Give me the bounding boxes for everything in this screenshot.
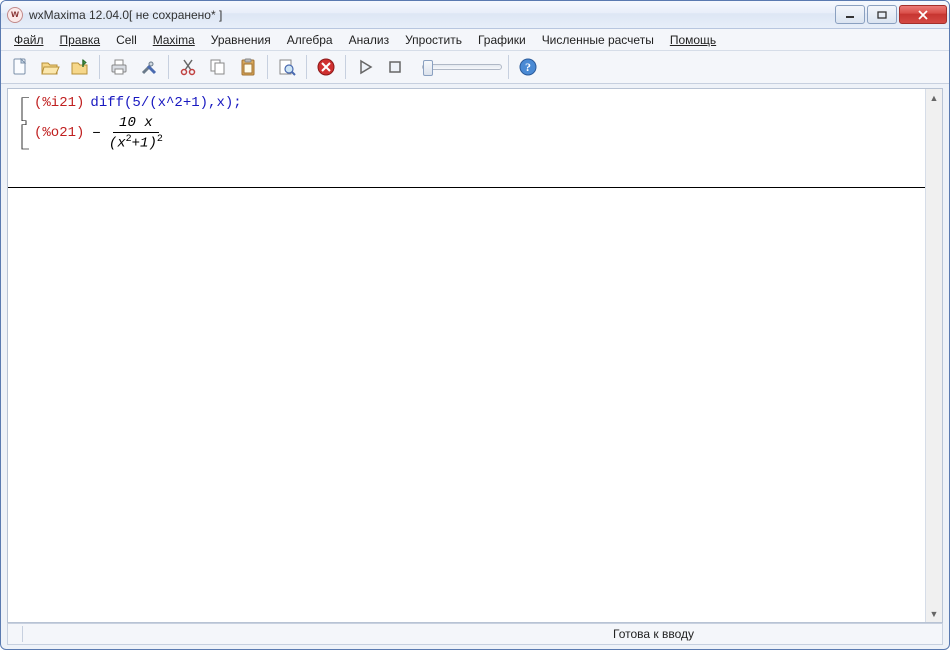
cell-divider xyxy=(8,187,925,188)
menu-cell[interactable]: Cell xyxy=(109,31,144,49)
menu-edit[interactable]: Правка xyxy=(53,31,108,49)
prefs-button[interactable] xyxy=(136,54,162,80)
save-icon xyxy=(70,57,90,77)
menu-maxima[interactable]: Maxima xyxy=(146,31,202,49)
input-row[interactable]: (%i21) diff(5/(x^2+1),x); xyxy=(34,95,921,111)
find-button[interactable] xyxy=(274,54,300,80)
toolbar-separator xyxy=(99,55,100,79)
toolbar: ? xyxy=(1,51,949,84)
copy-icon xyxy=(208,57,228,77)
svg-text:?: ? xyxy=(525,60,531,74)
output-row: (%o21) − 10 x (x2+1)2 xyxy=(34,115,921,152)
scroll-down-icon[interactable]: ▼ xyxy=(926,605,942,622)
open-button[interactable] xyxy=(37,54,63,80)
input-code[interactable]: diff(5/(x^2+1),x); xyxy=(90,95,241,111)
print-icon xyxy=(109,57,129,77)
app-icon: w xyxy=(7,7,23,23)
toolbar-separator xyxy=(168,55,169,79)
cut-icon xyxy=(178,57,198,77)
menu-algebra[interactable]: Алгебра xyxy=(280,31,340,49)
stop-icon xyxy=(316,57,336,77)
run-button[interactable] xyxy=(352,54,378,80)
menu-graphics[interactable]: Графики xyxy=(471,31,533,49)
titlebar[interactable]: w wxMaxima 12.04.0[ не сохранено* ] xyxy=(1,1,949,29)
minus-sign: − xyxy=(92,126,100,142)
scrollbar-track[interactable] xyxy=(926,106,942,605)
numerator: 10 x xyxy=(113,115,159,133)
app-window: w wxMaxima 12.04.0[ не сохранено* ] Файл… xyxy=(0,0,950,650)
worksheet[interactable]: (%i21) diff(5/(x^2+1),x); (%o21) − 10 x … xyxy=(8,89,925,622)
scroll-up-icon[interactable]: ▲ xyxy=(926,89,942,106)
toolbar-separator xyxy=(345,55,346,79)
zoom-slider[interactable] xyxy=(422,64,502,70)
toolbar-separator xyxy=(306,55,307,79)
menubar: Файл Правка Cell Maxima Уравнения Алгебр… xyxy=(1,29,949,51)
toolbar-separator xyxy=(267,55,268,79)
stop-button[interactable] xyxy=(313,54,339,80)
help-button[interactable]: ? xyxy=(515,54,541,80)
status-text: Готова к вводу xyxy=(613,627,934,641)
find-icon xyxy=(277,57,297,77)
run-icon xyxy=(355,57,375,77)
paste-icon xyxy=(238,57,258,77)
cut-button[interactable] xyxy=(175,54,201,80)
maximize-button[interactable] xyxy=(867,5,897,24)
cell[interactable]: (%i21) diff(5/(x^2+1),x); (%o21) − 10 x … xyxy=(16,95,921,152)
menu-numeric[interactable]: Численные расчеты xyxy=(535,31,661,49)
worksheet-area: (%i21) diff(5/(x^2+1),x); (%o21) − 10 x … xyxy=(7,88,943,623)
slider-thumb[interactable] xyxy=(423,60,433,76)
toolbar-separator xyxy=(508,55,509,79)
abort-icon xyxy=(385,57,405,77)
new-file-icon xyxy=(10,57,30,77)
new-file-button[interactable] xyxy=(7,54,33,80)
input-label: (%i21) xyxy=(34,95,84,111)
output-expression: − 10 x (x2+1)2 xyxy=(92,115,168,152)
fraction: 10 x (x2+1)2 xyxy=(103,115,169,152)
open-icon xyxy=(40,57,60,77)
minimize-button[interactable] xyxy=(835,5,865,24)
paste-button[interactable] xyxy=(235,54,261,80)
print-button[interactable] xyxy=(106,54,132,80)
denominator: (x2+1)2 xyxy=(103,133,169,152)
close-button[interactable] xyxy=(899,5,947,24)
menu-file[interactable]: Файл xyxy=(7,31,51,49)
menu-simplify[interactable]: Упростить xyxy=(398,31,469,49)
menu-analysis[interactable]: Анализ xyxy=(342,31,397,49)
vertical-scrollbar[interactable]: ▲ ▼ xyxy=(925,89,942,622)
menu-help[interactable]: Помощь xyxy=(663,31,723,49)
save-button[interactable] xyxy=(67,54,93,80)
help-icon: ? xyxy=(518,57,538,77)
abort-button[interactable] xyxy=(382,54,408,80)
output-label: (%o21) xyxy=(34,125,84,141)
menu-equations[interactable]: Уравнения xyxy=(204,31,278,49)
prefs-icon xyxy=(139,57,159,77)
cell-bracket-icon[interactable] xyxy=(20,97,31,150)
statusbar: Готова к вводу xyxy=(7,623,943,645)
window-title: wxMaxima 12.04.0[ не сохранено* ] xyxy=(29,8,222,22)
copy-button[interactable] xyxy=(205,54,231,80)
